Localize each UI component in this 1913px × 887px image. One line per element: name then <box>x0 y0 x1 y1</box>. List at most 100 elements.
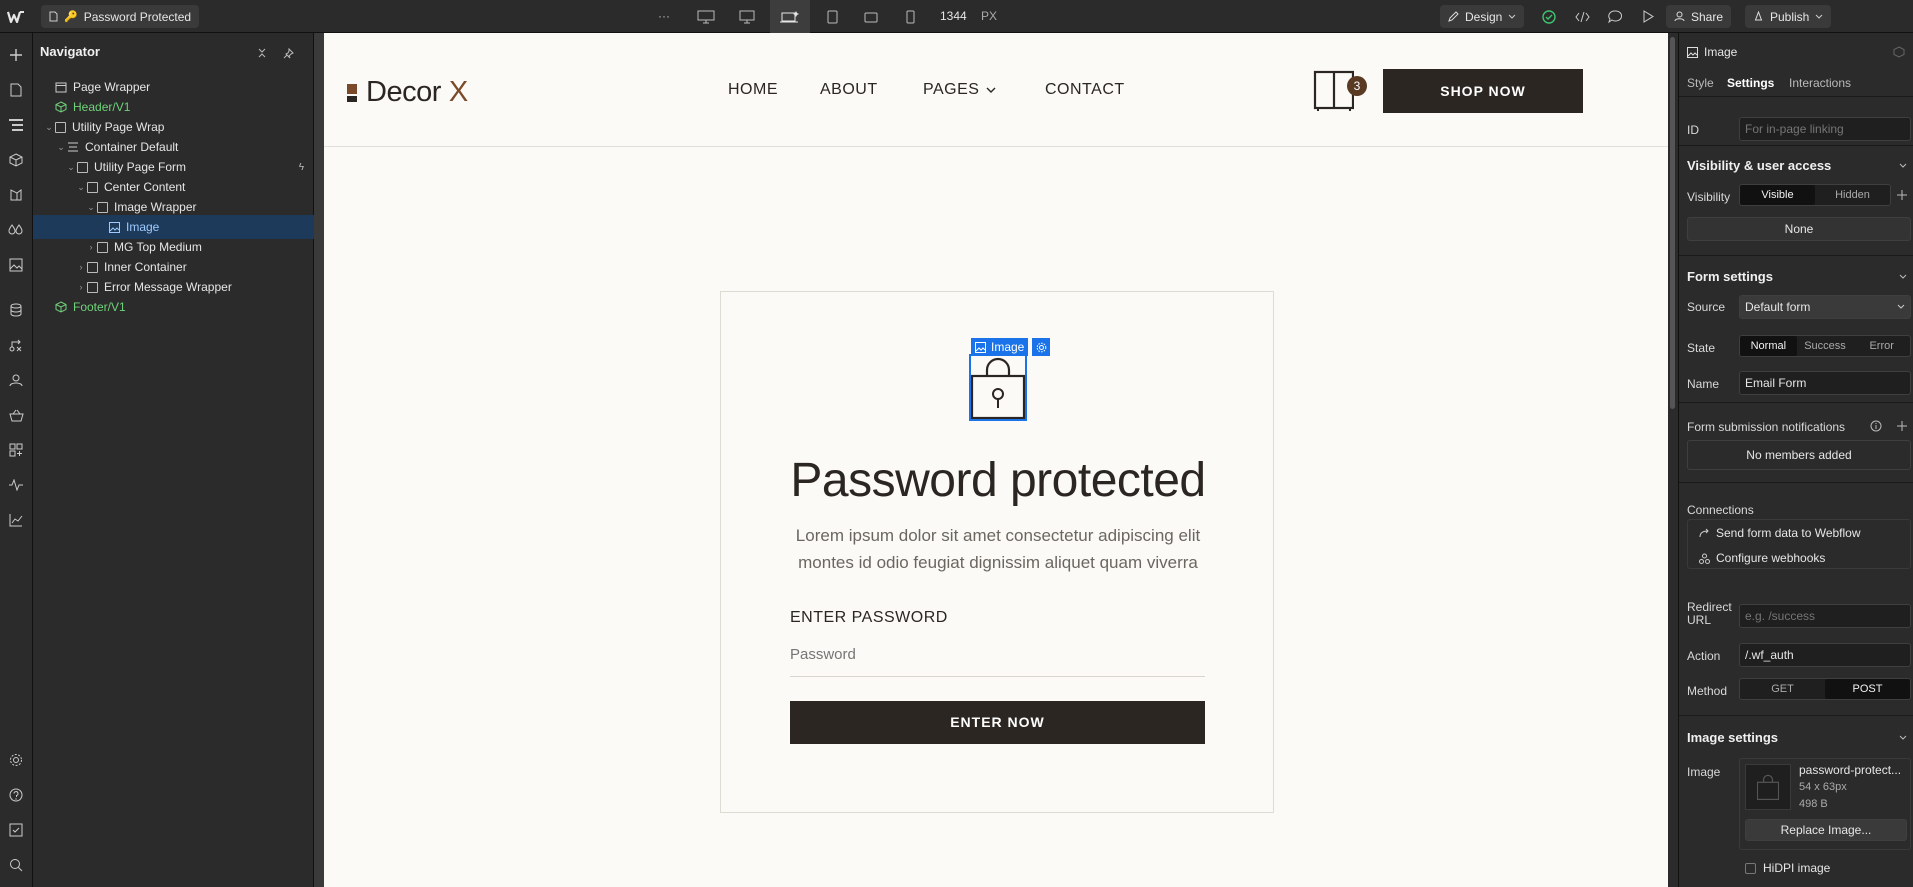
chevron-down-icon[interactable] <box>1897 160 1909 172</box>
style-selectors-icon[interactable] <box>4 183 28 207</box>
users-icon[interactable] <box>4 368 28 392</box>
navigator-resize-gutter[interactable] <box>314 33 324 887</box>
form-settings-title[interactable]: Form settings <box>1687 269 1773 284</box>
apps-icon[interactable] <box>4 438 28 462</box>
hidpi-label: HiDPI image <box>1763 861 1831 875</box>
send-form-data-link[interactable]: Send form data to Webflow <box>1699 526 1861 540</box>
breakpoint-desktop-large-icon[interactable] <box>693 7 719 27</box>
action-input[interactable]: /.wf_auth <box>1739 643 1911 667</box>
site-nav-about[interactable]: ABOUT <box>820 81 878 99</box>
method-post[interactable]: POST <box>1825 679 1910 699</box>
configure-webhooks-link[interactable]: Configure webhooks <box>1699 551 1825 565</box>
variables-drops-icon[interactable] <box>4 218 28 242</box>
add-notification-icon[interactable] <box>1895 419 1909 433</box>
chevron-right-icon[interactable]: › <box>75 262 87 272</box>
pages-icon[interactable] <box>4 78 28 102</box>
breakpoint-landscape-icon[interactable] <box>859 7 883 27</box>
canvas-scrollbar[interactable] <box>1668 33 1678 887</box>
form-name-input[interactable]: Email Form <box>1739 371 1911 395</box>
source-select[interactable]: Default form <box>1739 295 1911 319</box>
cms-icon[interactable] <box>4 298 28 322</box>
shop-now-button[interactable]: SHOP NOW <box>1383 69 1583 113</box>
ecommerce-basket-icon[interactable] <box>4 403 28 427</box>
state-error[interactable]: Error <box>1853 336 1910 356</box>
navigator-icon[interactable] <box>4 113 28 137</box>
interaction-bolt-icon: ϟ <box>298 161 304 173</box>
hidpi-checkbox[interactable] <box>1745 863 1756 874</box>
webflow-logo-icon[interactable] <box>6 8 26 25</box>
site-nav-home[interactable]: HOME <box>728 81 778 99</box>
code-icon[interactable] <box>1573 8 1591 25</box>
id-input[interactable] <box>1739 117 1911 141</box>
image-settings-title[interactable]: Image settings <box>1687 730 1778 745</box>
visibility-section-title[interactable]: Visibility & user access <box>1687 158 1831 173</box>
method-get[interactable]: GET <box>1740 679 1825 699</box>
chevron-down-icon[interactable] <box>1897 271 1909 283</box>
preview-play-icon[interactable] <box>1639 8 1657 25</box>
chevron-right-icon[interactable]: › <box>75 282 87 292</box>
site-nav-contact[interactable]: CONTACT <box>1045 81 1125 99</box>
assets-image-icon[interactable] <box>4 253 28 277</box>
chevron-down-icon[interactable] <box>1897 732 1909 744</box>
visibility-visible[interactable]: Visible <box>1740 185 1815 205</box>
visibility-toggle[interactable]: Visible Hidden <box>1739 184 1891 206</box>
page-selector[interactable]: 🔑 Password Protected <box>41 5 200 28</box>
canvas-width-value[interactable]: 1344 <box>940 0 967 33</box>
analytics-chart-icon[interactable] <box>4 508 28 532</box>
comments-icon[interactable] <box>1606 8 1624 25</box>
settings-gear-icon[interactable] <box>4 748 28 772</box>
tab-interactions[interactable]: Interactions <box>1789 76 1851 90</box>
chevron-down-icon[interactable]: ⌄ <box>85 202 97 213</box>
div-block-icon <box>87 181 98 193</box>
breakpoint-desktop-icon[interactable] <box>734 7 760 27</box>
tab-settings[interactable]: Settings <box>1727 76 1774 90</box>
chevron-down-icon[interactable]: ⌄ <box>75 182 87 193</box>
element-settings-gear-icon[interactable] <box>1032 338 1050 356</box>
audit-checklist-icon[interactable] <box>4 818 28 842</box>
check-status-icon[interactable] <box>1540 8 1558 25</box>
breakpoint-mobile-icon[interactable] <box>899 7 921 27</box>
site-nav-pages-label: PAGES <box>923 81 980 98</box>
component-create-icon[interactable] <box>1891 44 1907 60</box>
insights-pulse-icon[interactable] <box>4 473 28 497</box>
collapse-all-icon[interactable] <box>254 45 270 61</box>
state-normal[interactable]: Normal <box>1740 336 1797 356</box>
padlock-image[interactable] <box>969 354 1027 421</box>
password-input[interactable] <box>790 633 1205 677</box>
state-toggle[interactable]: Normal Success Error <box>1739 335 1911 357</box>
logic-flow-icon[interactable] <box>4 333 28 357</box>
access-none-button[interactable]: None <box>1687 217 1911 241</box>
site-nav-pages[interactable]: PAGES <box>923 81 996 99</box>
add-condition-icon[interactable] <box>1895 188 1909 202</box>
breakpoint-base-icon[interactable] <box>770 0 810 33</box>
help-icon[interactable] <box>4 783 28 807</box>
add-element-icon[interactable] <box>4 43 28 67</box>
method-toggle[interactable]: GET POST <box>1739 678 1911 700</box>
chevron-right-icon[interactable]: › <box>85 242 97 252</box>
image-thumbnail[interactable] <box>1745 764 1791 810</box>
visibility-hidden[interactable]: Hidden <box>1815 185 1890 205</box>
canvas-scrollbar-thumb[interactable] <box>1670 37 1675 409</box>
redirect-url-input[interactable] <box>1739 604 1911 628</box>
state-success[interactable]: Success <box>1797 336 1854 356</box>
site-logo[interactable]: Decor X <box>347 76 468 109</box>
tab-style[interactable]: Style <box>1687 76 1714 90</box>
design-canvas[interactable]: Decor X HOME ABOUT PAGES CONTACT 3 SHOP … <box>324 33 1668 887</box>
chevron-down-icon[interactable]: ⌄ <box>43 122 55 133</box>
more-options-button[interactable]: ··· <box>658 0 670 33</box>
replace-image-button[interactable]: Replace Image... <box>1745 819 1907 841</box>
search-icon[interactable] <box>4 853 28 877</box>
selected-element-badge[interactable]: Image <box>971 338 1029 356</box>
nav-item-footer[interactable]: Footer/V1 <box>33 295 314 319</box>
enter-now-button[interactable]: ENTER NOW <box>790 701 1205 744</box>
share-button[interactable]: Share <box>1666 5 1732 28</box>
chevron-down-icon[interactable]: ⌄ <box>55 142 67 153</box>
components-icon[interactable] <box>4 148 28 172</box>
chevron-down-icon[interactable]: ⌄ <box>65 162 77 173</box>
design-mode-dropdown[interactable]: Design <box>1440 5 1525 28</box>
pin-icon[interactable] <box>280 45 296 61</box>
image-icon <box>109 221 120 233</box>
breakpoint-tablet-icon[interactable] <box>820 7 844 27</box>
publish-button[interactable]: Publish <box>1745 5 1832 28</box>
info-icon[interactable] <box>1869 419 1883 433</box>
